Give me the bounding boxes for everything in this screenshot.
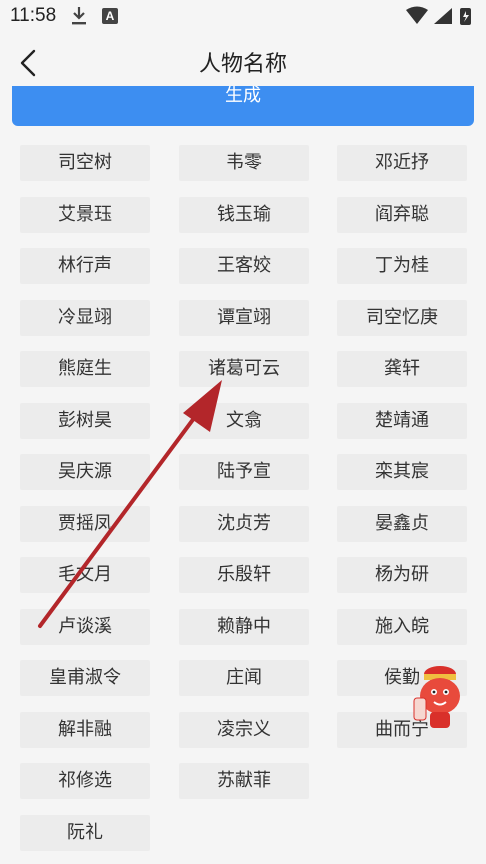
name-item[interactable]: 吴庆源 [20,454,150,490]
page-title: 人物名称 [198,52,287,77]
status-bar: 11:58 A [0,0,486,34]
name-item[interactable]: 栾其宸 [337,454,467,490]
name-item[interactable]: 司空忆庚 [337,300,467,336]
download-icon [72,7,86,25]
name-item[interactable]: 祁修选 [20,763,150,799]
name-item[interactable]: 沈贞芳 [179,506,309,542]
name-item[interactable]: 丁为桂 [337,248,467,284]
name-item[interactable]: 乐殷轩 [179,557,309,593]
name-item[interactable]: 楚靖通 [337,403,467,439]
name-item[interactable]: 阮礼 [20,815,150,851]
name-item[interactable]: 艾景珏 [20,197,150,233]
status-icons [406,6,471,25]
name-item[interactable]: 诸葛可云 [179,351,309,387]
mascot-sticker [413,666,460,728]
app-notification-icon: A [102,8,118,24]
name-item[interactable]: 阎弃聪 [337,197,467,233]
name-item[interactable]: 林行声 [20,248,150,284]
name-item[interactable]: 凌宗义 [179,712,309,748]
name-item[interactable]: 施入皖 [337,609,467,645]
name-item[interactable]: 文翕 [179,403,309,439]
navbar: 人物名称 [0,34,486,92]
name-item[interactable]: 王客姣 [179,248,309,284]
name-item[interactable]: 彭树昊 [20,403,150,439]
name-item[interactable]: 熊庭生 [20,351,150,387]
name-item[interactable]: 赖静中 [179,609,309,645]
name-item[interactable]: 司空树 [20,145,150,181]
name-item[interactable]: 皇甫淑令 [20,660,150,696]
signal-icon [434,8,452,24]
name-item[interactable]: 解非融 [20,712,150,748]
status-time: 11:58 [10,5,57,26]
name-item[interactable]: 陆予宣 [179,454,309,490]
name-item[interactable]: 冷显翊 [20,300,150,336]
name-item[interactable]: 晏鑫贞 [337,506,467,542]
name-item[interactable]: 韦零 [179,145,309,181]
name-item[interactable]: 邓近抒 [337,145,467,181]
name-item[interactable]: 苏献菲 [179,763,309,799]
name-item[interactable]: 毛文月 [20,557,150,593]
name-item[interactable]: 庄闻 [179,660,309,696]
name-item[interactable]: 谭宣翊 [179,300,309,336]
generate-button[interactable]: 生成 [12,86,474,126]
name-item[interactable]: 贾摇凤 [20,506,150,542]
name-item[interactable]: 钱玉瑜 [179,197,309,233]
name-item[interactable]: 龚轩 [337,351,467,387]
name-item[interactable]: 杨为研 [337,557,467,593]
generate-button-label: 生成 [225,86,261,106]
name-item[interactable]: 卢谈溪 [20,609,150,645]
wifi-icon [406,6,428,24]
